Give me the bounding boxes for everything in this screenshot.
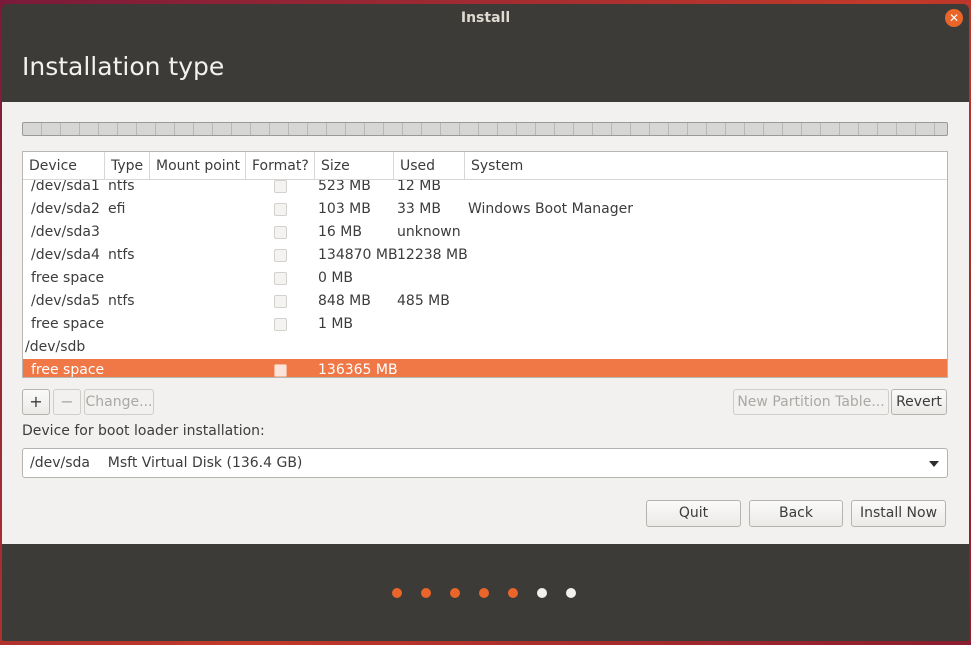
format-checkbox[interactable] bbox=[274, 180, 287, 193]
partition-table[interactable]: /dev/sda1 ntfs 523 MB 12 MB/dev/sda2 efi 103 … bbox=[22, 151, 948, 378]
column-header-mount-point[interactable]: Mount point bbox=[150, 152, 246, 180]
cell-device: /dev/sda2 bbox=[31, 201, 100, 217]
cell-device: /dev/sda3 bbox=[31, 224, 100, 240]
progress-dot bbox=[450, 588, 460, 598]
cell-size: 16 MB bbox=[318, 224, 362, 240]
cell-type: efi bbox=[108, 201, 126, 217]
column-header-system[interactable]: System bbox=[465, 152, 947, 180]
cell-size: 1 MB bbox=[318, 316, 354, 332]
cell-device: /dev/sda4 bbox=[31, 247, 100, 263]
cell-used: unknown bbox=[397, 224, 461, 240]
cell-used: 33 MB bbox=[397, 201, 441, 217]
format-checkbox[interactable] bbox=[274, 364, 287, 377]
table-row[interactable]: free space 1 MB bbox=[23, 313, 947, 336]
cell-size: 103 MB bbox=[318, 201, 371, 217]
cell-size: 136365 MB bbox=[318, 362, 398, 378]
bootloader-device-select[interactable]: /dev/sda Msft Virtual Disk (136.4 GB) bbox=[22, 448, 948, 478]
title-bar: Install ✕ bbox=[2, 4, 969, 32]
table-row[interactable]: /dev/sda3 16 MB unknown bbox=[23, 221, 947, 244]
cell-device: /dev/sdb bbox=[25, 339, 86, 355]
progress-dot bbox=[421, 588, 431, 598]
progress-dot bbox=[479, 588, 489, 598]
cell-size: 134870 MB bbox=[318, 247, 398, 263]
page-header: Installation type bbox=[2, 32, 969, 102]
new-partition-table-button[interactable]: New Partition Table... bbox=[733, 389, 889, 415]
install-now-button[interactable]: Install Now bbox=[851, 500, 946, 527]
change-partition-button[interactable]: Change... bbox=[84, 389, 154, 415]
close-icon[interactable]: ✕ bbox=[945, 9, 963, 27]
partition-table-body: /dev/sda1 ntfs 523 MB 12 MB/dev/sda2 efi 103 … bbox=[23, 175, 947, 378]
column-header-type[interactable]: Type bbox=[105, 152, 150, 180]
column-header-size[interactable]: Size bbox=[315, 152, 394, 180]
progress-dot bbox=[508, 588, 518, 598]
column-header-format[interactable]: Format? bbox=[246, 152, 315, 180]
cell-type: ntfs bbox=[108, 247, 135, 263]
cell-device: /dev/sda5 bbox=[31, 293, 100, 309]
progress-dot bbox=[537, 588, 547, 598]
format-checkbox[interactable] bbox=[274, 249, 287, 262]
quit-button[interactable]: Quit bbox=[646, 500, 741, 527]
table-row[interactable]: free space 136365 MB bbox=[23, 359, 947, 378]
progress-dot bbox=[566, 588, 576, 598]
bootloader-device-value: /dev/sda Msft Virtual Disk (136.4 GB) bbox=[30, 455, 303, 471]
dropdown-arrow-icon bbox=[929, 461, 939, 467]
bootloader-label: Device for boot loader installation: bbox=[22, 423, 265, 439]
partition-table-header: Device Type Mount point Format? Size Use… bbox=[23, 152, 947, 180]
format-checkbox[interactable] bbox=[274, 203, 287, 216]
cell-device: free space bbox=[31, 270, 105, 286]
cell-size: 0 MB bbox=[318, 270, 354, 286]
format-checkbox[interactable] bbox=[274, 226, 287, 239]
back-button[interactable]: Back bbox=[749, 500, 843, 527]
cell-used: 12238 MB bbox=[397, 247, 468, 263]
table-row[interactable]: /dev/sdb bbox=[23, 336, 947, 359]
format-checkbox[interactable] bbox=[274, 272, 287, 285]
window-title: Install bbox=[460, 10, 511, 26]
main-content: /dev/sda1 ntfs 523 MB 12 MB/dev/sda2 efi 103 … bbox=[2, 102, 969, 544]
cell-device: free space bbox=[31, 362, 105, 378]
column-header-used[interactable]: Used bbox=[394, 152, 465, 180]
format-checkbox[interactable] bbox=[274, 318, 287, 331]
cell-type: ntfs bbox=[108, 293, 135, 309]
progress-footer bbox=[2, 544, 969, 641]
table-row[interactable]: /dev/sda4 ntfs 134870 MB 12238 MB bbox=[23, 244, 947, 267]
table-row[interactable]: /dev/sda5 ntfs 848 MB 485 MB bbox=[23, 290, 947, 313]
add-partition-button[interactable]: + bbox=[22, 389, 50, 415]
table-row[interactable]: /dev/sda2 efi 103 MB 33 MB Windows Boot Mana… bbox=[23, 198, 947, 221]
cell-size: 848 MB bbox=[318, 293, 371, 309]
installer-window: Install ✕ Installation type /dev/sda1 ntf… bbox=[2, 4, 969, 641]
revert-button[interactable]: Revert bbox=[891, 389, 947, 415]
format-checkbox[interactable] bbox=[274, 295, 287, 308]
progress-dot bbox=[392, 588, 402, 598]
cell-device: free space bbox=[31, 316, 105, 332]
cell-system: Windows Boot Manager bbox=[468, 201, 633, 217]
column-header-device[interactable]: Device bbox=[23, 152, 105, 180]
cell-used: 485 MB bbox=[397, 293, 450, 309]
partition-bar bbox=[22, 122, 948, 136]
table-row[interactable]: free space 0 MB bbox=[23, 267, 947, 290]
remove-partition-button[interactable]: − bbox=[53, 389, 81, 415]
page-title: Installation type bbox=[22, 52, 225, 81]
